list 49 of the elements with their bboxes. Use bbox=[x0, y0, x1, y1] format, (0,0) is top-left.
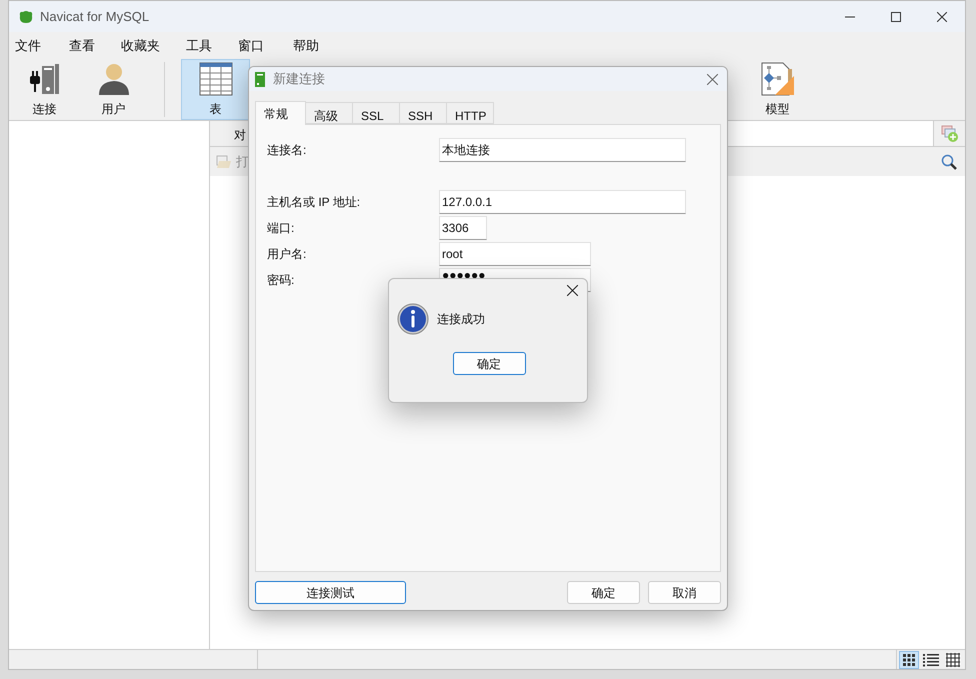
server-icon bbox=[255, 72, 265, 86]
menu-item[interactable]: 窗口 bbox=[232, 36, 270, 56]
plug-server-icon bbox=[28, 62, 62, 96]
toolbar-button[interactable]: 模型 bbox=[743, 59, 812, 120]
menu-item[interactable]: 帮助 bbox=[287, 36, 325, 56]
ok-button[interactable]: 确定 bbox=[567, 581, 640, 604]
test-connection-button[interactable]: 连接测试 bbox=[255, 581, 406, 604]
minimize-icon bbox=[845, 16, 855, 18]
message-text: 连接成功 bbox=[437, 311, 485, 328]
dialog-tab[interactable]: SSH bbox=[399, 102, 447, 124]
dialog-tab[interactable]: HTTP bbox=[446, 102, 494, 124]
info-icon bbox=[397, 303, 429, 335]
toolbar-button[interactable]: 表 bbox=[181, 59, 250, 120]
ok-button[interactable]: 确定 bbox=[452, 352, 526, 375]
menu-item[interactable]: 文件 bbox=[9, 36, 47, 56]
close-icon[interactable] bbox=[567, 284, 578, 296]
toolbar-button[interactable]: 连接 bbox=[10, 59, 79, 120]
search-icon[interactable] bbox=[941, 154, 957, 170]
window-title: Navicat for MySQL bbox=[40, 8, 150, 26]
dialog-tab[interactable]: 高级 bbox=[305, 102, 353, 124]
view-mode-button[interactable] bbox=[943, 650, 963, 668]
dialog-title: 新建连接 bbox=[273, 70, 325, 88]
toolbar-button[interactable]: 用户 bbox=[79, 59, 148, 120]
menu-item[interactable]: 收藏夹 bbox=[115, 36, 166, 56]
view-mode-button[interactable] bbox=[899, 650, 919, 668]
close-icon bbox=[937, 12, 947, 22]
icon-view-icon bbox=[902, 652, 916, 666]
field-label: 端口: bbox=[267, 220, 296, 237]
text-field[interactable]: 本地连接 bbox=[439, 138, 686, 162]
dialog-tab[interactable]: SSL bbox=[352, 102, 400, 124]
field-label: 密码: bbox=[267, 272, 296, 289]
text-field[interactable]: 127.0.0.1 bbox=[439, 190, 686, 214]
add-table-icon bbox=[940, 124, 958, 142]
text-field[interactable]: root bbox=[439, 242, 591, 266]
dialog-tab[interactable]: 常规 bbox=[255, 101, 306, 125]
field-label: 主机名或 IP 地址: bbox=[267, 194, 362, 211]
grid-view-icon bbox=[946, 652, 960, 666]
list-view-icon bbox=[923, 652, 939, 666]
table-icon bbox=[198, 62, 232, 96]
open-table-icon bbox=[216, 154, 232, 168]
diagram-ruler-icon bbox=[760, 62, 794, 96]
menu-item[interactable]: 工具 bbox=[180, 36, 218, 56]
menu-item[interactable]: 查看 bbox=[63, 36, 101, 56]
user-icon bbox=[96, 62, 130, 96]
cancel-button[interactable]: 取消 bbox=[648, 581, 721, 604]
field-label: 连接名: bbox=[267, 142, 308, 159]
maximize-icon bbox=[891, 12, 901, 22]
text-field[interactable]: 3306 bbox=[439, 216, 487, 240]
field-label: 用户名: bbox=[267, 246, 308, 263]
